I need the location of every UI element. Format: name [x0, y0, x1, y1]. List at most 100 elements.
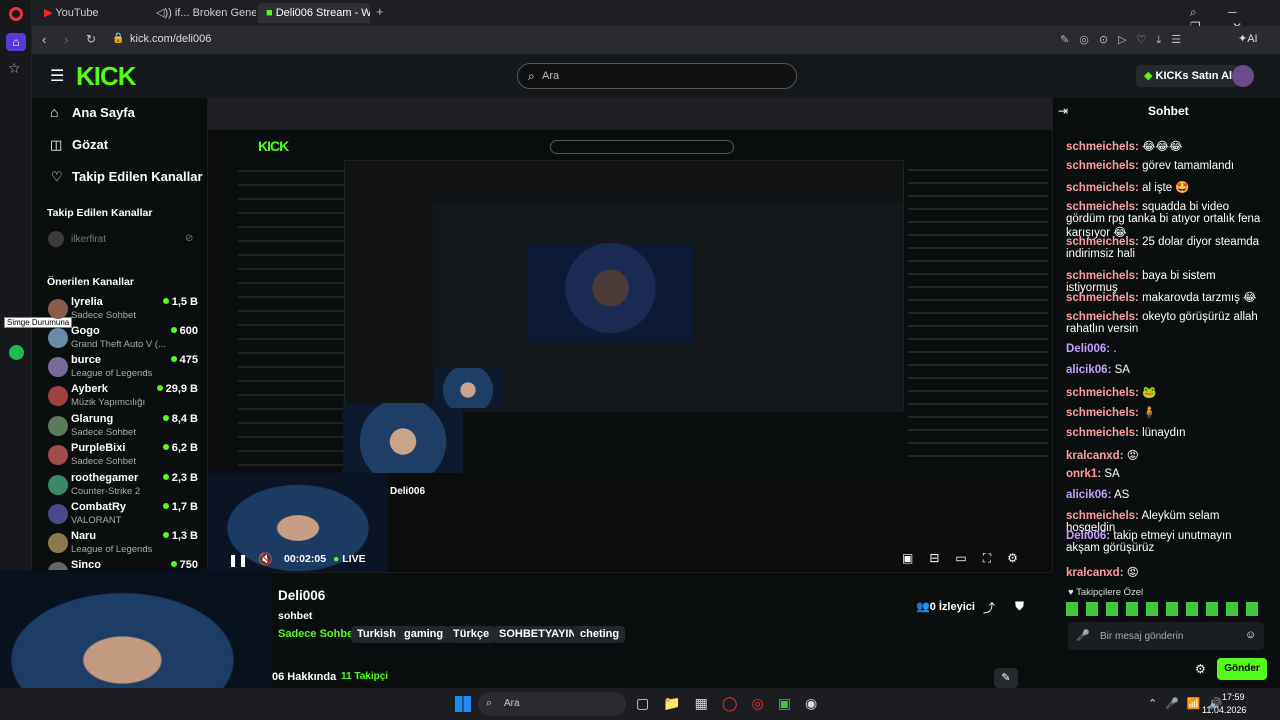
- channel-category: League of Legends: [71, 544, 153, 555]
- live-dot-icon: ●: [333, 553, 343, 565]
- chat-text: 🧍: [1142, 407, 1157, 419]
- opera-logo-icon[interactable]: [9, 7, 23, 21]
- chat-settings-icon[interactable]: ⚙: [1195, 662, 1206, 676]
- clock-date: 11.04.2026: [1202, 705, 1247, 715]
- player-controls-right[interactable]: ▣⊟▭⛶⚙: [902, 551, 1034, 566]
- taskbar-search[interactable]: ⌕ Ara: [478, 692, 626, 716]
- chat-username[interactable]: schmeichels:: [1066, 387, 1139, 399]
- recommended-channel[interactable]: Gogo Grand Theft Auto V (... 600: [44, 325, 198, 353]
- avatar: [48, 357, 68, 377]
- chat-text: SA: [1104, 468, 1120, 480]
- nested-webcam: [343, 403, 463, 473]
- avatar: [48, 533, 68, 553]
- taskbar-apps[interactable]: ▢📁▦◯◎▣◉: [636, 695, 831, 712]
- send-button[interactable]: Gönder: [1217, 658, 1267, 680]
- recommended-channel[interactable]: Glarung Sadece Sohbet 8,4 B: [44, 413, 198, 441]
- chat-text: 😡: [1126, 450, 1139, 462]
- kick-header: ☰ KICK ⌕ Ara ◆ KICKs Satın Al: [32, 54, 1280, 98]
- nested-webcam-2: [433, 368, 503, 408]
- emote-row[interactable]: [1066, 602, 1266, 616]
- chat-username[interactable]: schmeichels:: [1066, 270, 1139, 282]
- back-icon[interactable]: ‹: [42, 32, 46, 47]
- chat-username[interactable]: schmeichels:: [1066, 311, 1139, 323]
- channel-name: roothegamer: [71, 472, 139, 484]
- tag-sohbetyayin[interactable]: SOHBETYAYIN: [493, 626, 583, 643]
- chat-username[interactable]: onrk1:: [1066, 468, 1101, 480]
- chat-username[interactable]: schmeichels:: [1066, 427, 1139, 439]
- chat-username[interactable]: Deli006:: [1066, 343, 1110, 355]
- windows-start-icon[interactable]: [455, 696, 471, 712]
- recommended-channel[interactable]: CombatRy VALORANT 1,7 B: [44, 501, 198, 529]
- chat-username[interactable]: schmeichels:: [1066, 201, 1139, 213]
- chat-username[interactable]: schmeichels:: [1066, 236, 1139, 248]
- chat-username[interactable]: kralcanxd:: [1066, 567, 1124, 579]
- chat-username[interactable]: Deli006:: [1066, 530, 1110, 542]
- chat-username[interactable]: schmeichels:: [1066, 141, 1139, 153]
- reload-icon[interactable]: ↻: [86, 32, 96, 46]
- ai-button[interactable]: ✦AI: [1238, 32, 1258, 45]
- channel-viewers: 8,4 B: [163, 413, 198, 425]
- forward-icon[interactable]: ›: [64, 32, 68, 47]
- recommended-channel[interactable]: roothegamer Counter-Strike 2 2,3 B: [44, 472, 198, 500]
- followed-channel[interactable]: ilkerfirat ⊘: [47, 231, 197, 249]
- nav-following[interactable]: Takip Edilen Kanallar: [72, 169, 203, 184]
- recommended-channel[interactable]: Naru League of Legends 1,3 B: [44, 530, 198, 558]
- edit-icon[interactable]: ✎: [994, 668, 1018, 688]
- url-field[interactable]: kick.com/deli006: [130, 33, 211, 45]
- nested-browser-bar: [208, 98, 1052, 130]
- chat-username[interactable]: schmeichels:: [1066, 510, 1139, 522]
- recommended-channel[interactable]: lyrelia Sadece Sohbet 1,5 B: [44, 296, 198, 324]
- emoji-icon[interactable]: ☺: [1245, 629, 1256, 641]
- streamer-name[interactable]: Deli006: [278, 588, 325, 603]
- chat-text: .: [1113, 343, 1117, 355]
- kick-logo[interactable]: KICK: [76, 61, 137, 92]
- chat-text: görev tamamlandı: [1142, 160, 1235, 172]
- pause-icon[interactable]: ❚❚: [228, 553, 248, 567]
- search-input[interactable]: ⌕ Ara: [517, 63, 797, 89]
- followed-title: Takip Edilen Kanallar: [47, 207, 153, 219]
- recommended-channel[interactable]: burce League of Legends 475: [44, 354, 198, 382]
- follow-icon[interactable]: ⛊: [1015, 599, 1024, 614]
- nav-browse[interactable]: Gözat: [72, 137, 108, 152]
- tag-gaming[interactable]: gaming: [398, 626, 450, 643]
- chat-message: schmeichels: 25 dolar diyor steamda indi…: [1066, 236, 1266, 260]
- tag-cheting[interactable]: cheting: [574, 626, 626, 643]
- volume-icon[interactable]: 🔇: [258, 552, 273, 566]
- channel-viewers: 1,5 B: [163, 296, 198, 308]
- menu-icon[interactable]: ☰: [50, 66, 64, 86]
- channel-viewers: 29,9 B: [157, 383, 198, 395]
- home-icon[interactable]: ⌂: [6, 33, 26, 51]
- chat-message: Deli006: .: [1066, 343, 1266, 355]
- live-badge: ● LIVE: [333, 553, 366, 565]
- recommended-channel[interactable]: PurpleBixi Sadece Sohbet 6,2 B: [44, 442, 198, 470]
- chat-username[interactable]: schmeichels:: [1066, 292, 1139, 304]
- chat-username[interactable]: alicik06:: [1066, 489, 1111, 501]
- tab-broken-genesis[interactable]: ◁)) if... Broken Genesis - Y: [148, 3, 256, 23]
- taskbar: ⌕ Ara ▢📁▦◯◎▣◉ ⌃🎤📶🔊 17:59 11.04.2026: [0, 688, 1280, 720]
- tag-turkce[interactable]: Türkçe: [447, 626, 496, 643]
- share-icon[interactable]: ⤴: [983, 599, 995, 616]
- tab-youtube[interactable]: ▶ YouTube: [36, 3, 146, 23]
- category-link[interactable]: Sadece Sohbet: [278, 628, 357, 640]
- chat-collapse-icon[interactable]: ⇥: [1058, 104, 1068, 118]
- search-icon: ⌕: [528, 69, 535, 83]
- recommended-channel[interactable]: Ayberk Müzik Yapımcılığı 29,9 B: [44, 383, 198, 411]
- buy-kicks-button[interactable]: ◆ KICKs Satın Al: [1136, 65, 1241, 87]
- star-icon[interactable]: ☆: [8, 60, 21, 77]
- avatar[interactable]: [1232, 65, 1254, 87]
- tag-turkish[interactable]: Turkish: [351, 626, 402, 643]
- nav-home[interactable]: Ana Sayfa: [72, 105, 135, 120]
- chat-username[interactable]: schmeichels:: [1066, 160, 1139, 172]
- new-tab-button[interactable]: +: [376, 4, 384, 19]
- chat-username[interactable]: kralcanxd:: [1066, 450, 1124, 462]
- video-player[interactable]: KICK ❚❚ 🔇 00:02:05 ● LIVE Deli006 ▣⊟▭⛶⚙: [207, 97, 1053, 573]
- toolbar-icons[interactable]: ✎◎⊙▷♡⤓☰: [1060, 33, 1191, 47]
- channel-viewers: 475: [171, 354, 198, 366]
- chat-input[interactable]: 🎤 Bir mesaj gönderin ☺: [1068, 622, 1264, 650]
- chat-username[interactable]: schmeichels:: [1066, 407, 1139, 419]
- chat-username[interactable]: schmeichels:: [1066, 182, 1139, 194]
- tab-deli006[interactable]: ■ Deli006 Stream - Watch L: [258, 3, 370, 23]
- spotify-icon[interactable]: [9, 345, 24, 360]
- chat-username[interactable]: alicik06:: [1066, 364, 1111, 376]
- youtube-icon: ▶: [44, 7, 56, 19]
